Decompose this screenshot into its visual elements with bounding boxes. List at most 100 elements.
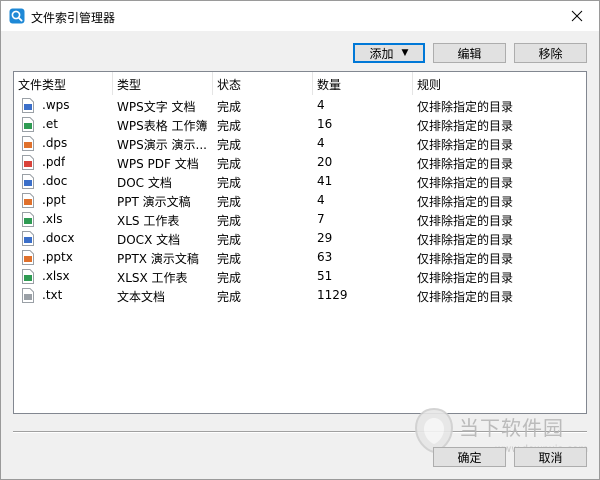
file-extension: .pptx <box>42 250 73 264</box>
pptx-icon <box>22 250 34 265</box>
table-row[interactable]: .txt 文本文档 完成 1129 仅排除指定的目录 <box>14 286 586 305</box>
index-rule: 仅排除指定的目录 <box>417 271 514 285</box>
file-type-name: XLSX 工作表 <box>117 271 188 285</box>
file-type-name: WPS PDF 文档 <box>117 157 199 171</box>
remove-button[interactable]: 移除 <box>514 43 587 63</box>
index-status: 完成 <box>217 290 242 304</box>
file-type-name: PPTX 演示文稿 <box>117 252 199 266</box>
index-rule: 仅排除指定的目录 <box>417 157 514 171</box>
close-button[interactable] <box>555 1 599 31</box>
edit-button[interactable]: 编辑 <box>433 43 506 63</box>
file-type-name: DOC 文档 <box>117 176 172 190</box>
file-type-name: WPS演示 演示... <box>117 138 207 152</box>
file-count: 1129 <box>317 288 348 302</box>
xlsx-icon <box>22 269 34 284</box>
file-type-name: 文本文档 <box>117 290 166 304</box>
index-status: 完成 <box>217 252 242 266</box>
title-bar: 文件索引管理器 <box>1 1 599 31</box>
table-row[interactable]: .et WPS表格 工作簿 完成 16 仅排除指定的目录 <box>14 115 586 134</box>
table-row[interactable]: .xls XLS 工作表 完成 7 仅排除指定的目录 <box>14 210 586 229</box>
file-extension: .pdf <box>42 155 66 169</box>
file-type-list[interactable]: 文件类型 类型 状态 数量 规则 .wps WPS文字 文档 完成 4 仅排除指定的目录… <box>13 71 587 414</box>
ppt-icon <box>22 193 34 208</box>
index-rule: 仅排除指定的目录 <box>417 290 514 304</box>
file-count: 7 <box>317 212 325 226</box>
file-count: 4 <box>317 136 325 150</box>
index-status: 完成 <box>217 138 242 152</box>
index-rule: 仅排除指定的目录 <box>417 119 514 133</box>
file-extension: .et <box>42 117 58 131</box>
file-count: 16 <box>317 117 333 131</box>
dropdown-arrow-icon: ▼ <box>401 48 409 58</box>
column-divider[interactable] <box>212 72 213 95</box>
file-type-name: WPS文字 文档 <box>117 100 196 114</box>
column-header-count[interactable]: 数量 <box>317 76 341 93</box>
file-extension: .wps <box>42 98 70 112</box>
wps-doc-icon <box>22 98 34 113</box>
index-status: 完成 <box>217 195 242 209</box>
index-rule: 仅排除指定的目录 <box>417 233 514 247</box>
ok-button-label: 确定 <box>457 450 482 465</box>
txt-icon <box>22 288 34 303</box>
file-count: 4 <box>317 98 325 112</box>
column-divider[interactable] <box>412 72 413 95</box>
index-rule: 仅排除指定的目录 <box>417 100 514 114</box>
edit-button-label: 编辑 <box>457 46 482 61</box>
file-type-name: XLS 工作表 <box>117 214 180 228</box>
column-header-status[interactable]: 状态 <box>217 76 241 93</box>
doc-icon <box>22 174 34 189</box>
file-extension: .dps <box>42 136 68 150</box>
column-divider[interactable] <box>112 72 113 95</box>
add-button-label: 添加 <box>369 46 394 61</box>
pdf-icon <box>22 155 34 170</box>
file-type-name: WPS表格 工作簿 <box>117 119 208 133</box>
index-rule: 仅排除指定的目录 <box>417 214 514 228</box>
file-extension: .txt <box>42 288 63 302</box>
table-row[interactable]: .xlsx XLSX 工作表 完成 51 仅排除指定的目录 <box>14 267 586 286</box>
index-status: 完成 <box>217 214 242 228</box>
file-count: 20 <box>317 155 333 169</box>
index-status: 完成 <box>217 157 242 171</box>
column-header-file-type[interactable]: 文件类型 <box>18 76 66 93</box>
window-title: 文件索引管理器 <box>31 11 116 25</box>
file-extension: .docx <box>42 231 75 245</box>
table-row[interactable]: .doc DOC 文档 完成 41 仅排除指定的目录 <box>14 172 586 191</box>
ok-button[interactable]: 确定 <box>433 447 506 467</box>
close-icon <box>571 10 583 22</box>
file-count: 51 <box>317 269 333 283</box>
file-count: 4 <box>317 193 325 207</box>
index-status: 完成 <box>217 271 242 285</box>
file-count: 63 <box>317 250 333 264</box>
watermark-text: 当下软件园 <box>459 416 564 440</box>
file-count: 41 <box>317 174 333 188</box>
file-count: 29 <box>317 231 333 245</box>
column-header-rule[interactable]: 规则 <box>417 76 441 93</box>
table-row[interactable]: .docx DOCX 文档 完成 29 仅排除指定的目录 <box>14 229 586 248</box>
add-dropdown-button[interactable]: 添加 ▼ <box>353 43 425 63</box>
table-row[interactable]: .pptx PPTX 演示文稿 完成 63 仅排除指定的目录 <box>14 248 586 267</box>
file-type-name: DOCX 文档 <box>117 233 181 247</box>
dps-slide-icon <box>22 136 34 151</box>
docx-icon <box>22 231 34 246</box>
index-rule: 仅排除指定的目录 <box>417 252 514 266</box>
index-rule: 仅排除指定的目录 <box>417 138 514 152</box>
column-header-type[interactable]: 类型 <box>117 76 141 93</box>
index-rule: 仅排除指定的目录 <box>417 176 514 190</box>
cancel-button[interactable]: 取消 <box>514 447 587 467</box>
et-sheet-icon <box>22 117 34 132</box>
file-extension: .doc <box>42 174 68 188</box>
column-divider[interactable] <box>312 72 313 95</box>
index-status: 完成 <box>217 100 242 114</box>
index-status: 完成 <box>217 176 242 190</box>
table-row[interactable]: .wps WPS文字 文档 完成 4 仅排除指定的目录 <box>14 96 586 115</box>
file-extension: .xlsx <box>42 269 70 283</box>
table-row[interactable]: .ppt PPT 演示文稿 完成 4 仅排除指定的目录 <box>14 191 586 210</box>
table-row[interactable]: .dps WPS演示 演示... 完成 4 仅排除指定的目录 <box>14 134 586 153</box>
index-status: 完成 <box>217 233 242 247</box>
file-index-manager-window: 文件索引管理器 添加 ▼ 编辑 移除 文件类型 类型 状态 数量 规则 .wps… <box>0 0 600 480</box>
list-rows: .wps WPS文字 文档 完成 4 仅排除指定的目录 .et WPS表格 工作簿 完成 16 仅… <box>14 96 586 305</box>
file-extension: .ppt <box>42 193 66 207</box>
table-row[interactable]: .pdf WPS PDF 文档 完成 20 仅排除指定的目录 <box>14 153 586 172</box>
file-extension: .xls <box>42 212 63 226</box>
remove-button-label: 移除 <box>538 46 563 61</box>
